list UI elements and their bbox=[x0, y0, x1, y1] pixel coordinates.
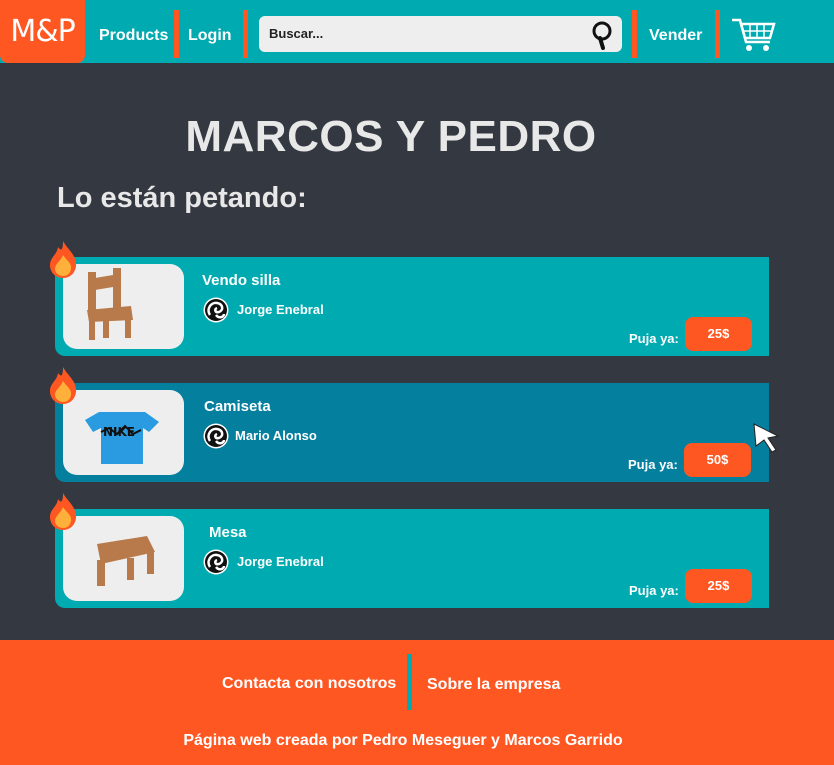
nav-login-link[interactable]: Login bbox=[188, 0, 232, 63]
nav-products-link[interactable]: Products bbox=[99, 0, 168, 63]
product-card[interactable]: NIKE Camiseta Mario Alonso Puja ya: 50$ bbox=[50, 367, 769, 482]
seller-name[interactable]: Mario Alonso bbox=[235, 428, 317, 443]
nav-separator bbox=[243, 10, 248, 58]
navbar: M&P Products Login Buscar... Vender bbox=[0, 0, 834, 63]
product-image-shirt[interactable]: NIKE bbox=[63, 390, 184, 475]
nav-separator bbox=[174, 10, 179, 58]
product-title[interactable]: Camiseta bbox=[204, 398, 271, 415]
avatar bbox=[203, 423, 229, 449]
search-bar[interactable]: Buscar... bbox=[259, 16, 622, 52]
nav-sell-link[interactable]: Vender bbox=[649, 0, 702, 63]
product-title[interactable]: Mesa bbox=[209, 524, 247, 541]
bid-button[interactable]: 25$ bbox=[685, 569, 752, 603]
fire-icon bbox=[50, 493, 77, 530]
fire-icon bbox=[50, 241, 77, 278]
section-heading: Lo están petando: bbox=[57, 182, 307, 214]
bid-label: Puja ya: bbox=[629, 583, 679, 598]
page-title: MARCOS Y PEDRO bbox=[185, 112, 597, 161]
bid-button[interactable]: 25$ bbox=[685, 317, 752, 351]
bid-button[interactable]: 50$ bbox=[684, 443, 751, 477]
seller-name[interactable]: Jorge Enebral bbox=[237, 302, 324, 317]
cart-icon[interactable] bbox=[730, 16, 778, 54]
svg-text:NIKE: NIKE bbox=[103, 425, 135, 439]
logo[interactable]: M&P bbox=[0, 0, 85, 63]
nav-separator bbox=[632, 10, 637, 58]
product-card[interactable]: Mesa Jorge Enebral Puja ya: 25$ bbox=[50, 493, 769, 608]
seller-name[interactable]: Jorge Enebral bbox=[237, 554, 324, 569]
nav-separator bbox=[715, 10, 720, 58]
product-image-table[interactable] bbox=[63, 516, 184, 601]
bid-label: Puja ya: bbox=[629, 331, 679, 346]
product-card[interactable]: Vendo silla Jorge Enebral Puja ya: 25$ bbox=[50, 241, 769, 356]
footer-about-link[interactable]: Sobre la empresa bbox=[427, 676, 560, 694]
bid-label: Puja ya: bbox=[628, 457, 678, 472]
avatar bbox=[203, 549, 229, 575]
avatar bbox=[203, 297, 229, 323]
footer-contact-link[interactable]: Contacta con nosotros bbox=[222, 675, 396, 693]
footer-credits: Página web creada por Pedro Meseguer y M… bbox=[183, 732, 623, 749]
search-input[interactable]: Buscar... bbox=[269, 16, 323, 52]
footer: Contacta con nosotros Sobre la empresa P… bbox=[0, 640, 834, 765]
footer-separator bbox=[407, 654, 412, 710]
fire-icon bbox=[50, 367, 77, 404]
product-title[interactable]: Vendo silla bbox=[202, 272, 280, 289]
product-image-chair[interactable] bbox=[63, 264, 184, 349]
search-icon[interactable] bbox=[590, 20, 618, 50]
cursor-icon bbox=[753, 423, 780, 453]
